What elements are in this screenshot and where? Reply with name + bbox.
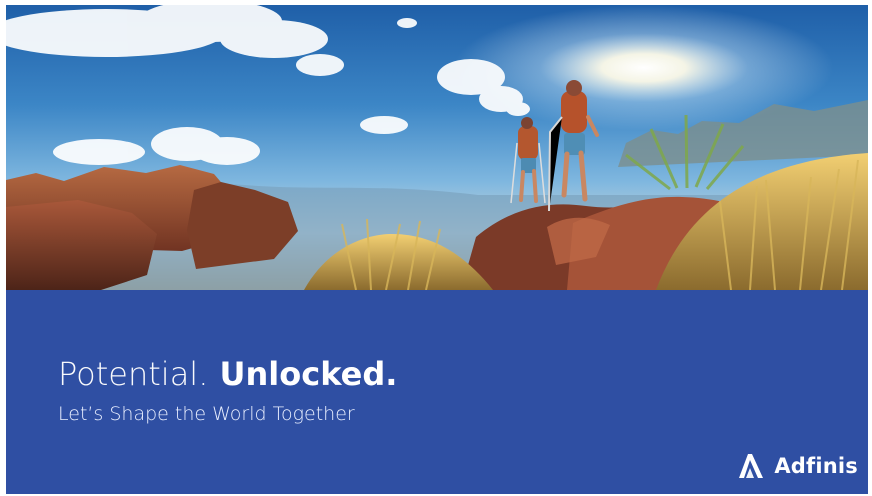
- brand-name: Adfinis: [774, 454, 858, 478]
- presentation-slide: Potential. Unlocked. Let’s Shape the Wor…: [6, 5, 868, 494]
- title-band: Potential. Unlocked. Let’s Shape the Wor…: [6, 290, 868, 494]
- headline-light-text: Potential.: [58, 355, 209, 393]
- hiking-landscape: [6, 5, 868, 290]
- slide-headline: Potential. Unlocked.: [58, 354, 397, 394]
- adfinis-logo-icon: [739, 454, 764, 478]
- hero-image: [6, 5, 868, 290]
- slide-subtitle: Let’s Shape the World Together: [58, 403, 355, 425]
- headline-bold-text: Unlocked.: [219, 355, 398, 393]
- brand-logo: Adfinis: [736, 452, 858, 480]
